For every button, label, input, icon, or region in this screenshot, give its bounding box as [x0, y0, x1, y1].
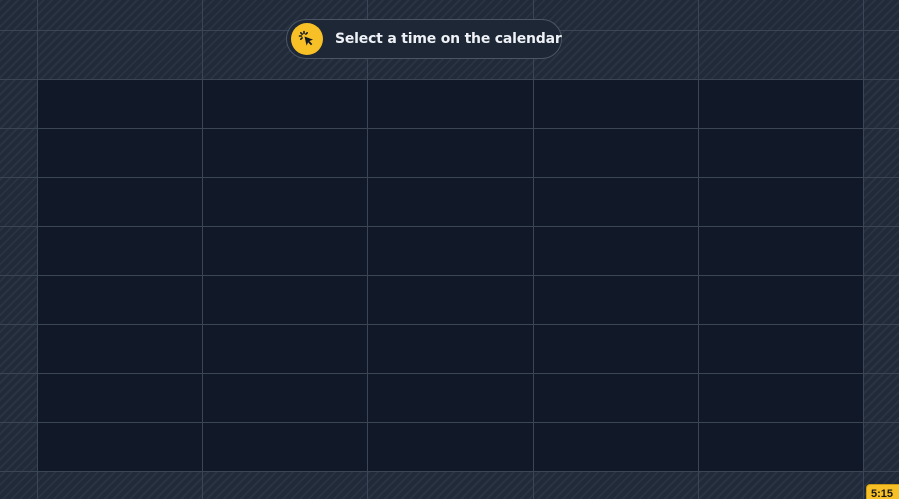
slot-divider [0, 177, 899, 178]
day-column-divider [202, 0, 203, 499]
day-column-divider [367, 0, 368, 499]
toast-message: Select a time on the calendar [335, 31, 562, 47]
calendar-grid[interactable]: 5:15 [0, 0, 899, 499]
day-column-divider [698, 0, 699, 499]
slot-divider [0, 324, 899, 325]
day-column-divider [863, 0, 864, 499]
current-time-indicator: 5:15 [866, 484, 899, 499]
slot-divider [0, 275, 899, 276]
slot-divider [0, 422, 899, 423]
slot-divider [0, 128, 899, 129]
slot-divider [0, 373, 899, 374]
day-column-divider [533, 0, 534, 499]
cursor-click-icon [291, 23, 323, 55]
instruction-toast: Select a time on the calendar [286, 19, 562, 59]
slot-divider [0, 226, 899, 227]
day-column-divider [37, 0, 38, 499]
slot-divider [0, 471, 899, 472]
slot-divider [0, 79, 899, 80]
